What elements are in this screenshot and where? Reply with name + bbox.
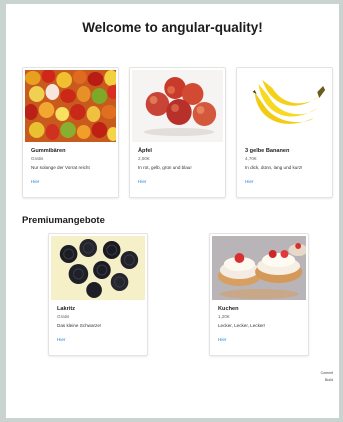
- product-name: Lakritz: [57, 306, 76, 312]
- product-name: Kuchen: [218, 306, 239, 312]
- product-card: 3 gelbe Bananen 4,70€ In dick, dünn, lan…: [236, 67, 333, 198]
- product-name: Äpfel: [138, 148, 152, 154]
- licorice-icon: [51, 236, 145, 300]
- product-link[interactable]: Hier: [57, 337, 65, 342]
- product-description: Das kleine Schwarze!: [57, 323, 102, 328]
- product-price: Gratis: [57, 314, 70, 319]
- product-price: 4,70€: [245, 156, 257, 161]
- product-description: In rot, gelb, grün und blau!: [138, 165, 192, 170]
- product-name: Gummibären: [31, 148, 66, 154]
- footer-commit: Commit: [320, 371, 333, 375]
- product-link[interactable]: Hier: [138, 179, 146, 184]
- page: Welcome to angular-quality! Gummibären G…: [6, 4, 339, 418]
- product-name: 3 gelbe Bananen: [245, 148, 290, 154]
- gummy-bears-icon: [25, 70, 116, 142]
- product-price: Gratis: [31, 156, 44, 161]
- apples-icon: [132, 70, 223, 142]
- product-link[interactable]: Hier: [31, 179, 39, 184]
- product-description: In dick, dünn, lang und kurz!: [245, 165, 303, 170]
- footer-build: Build: [325, 378, 333, 382]
- product-description: Lecker, Lecker, Lecker!: [218, 323, 266, 328]
- product-card: Äpfel 2,50€ In rot, gelb, grün und blau!…: [129, 67, 226, 198]
- premium-card: Lakritz Gratis Das kleine Schwarze! Hier: [48, 233, 148, 356]
- product-link[interactable]: Hier: [245, 179, 253, 184]
- product-price: 1,20€: [218, 314, 230, 319]
- product-description: Nur solange der Vorrat reicht: [31, 165, 90, 170]
- premium-section-title: Premiumangebote: [22, 215, 105, 226]
- cake-icon: [212, 236, 306, 300]
- product-price: 2,50€: [138, 156, 150, 161]
- premium-card: Kuchen 1,20€ Lecker, Lecker, Lecker! Hie…: [209, 233, 309, 356]
- product-link[interactable]: Hier: [218, 337, 226, 342]
- page-title: Welcome to angular-quality!: [82, 20, 263, 35]
- bananas-icon: [239, 70, 330, 142]
- product-card: Gummibären Gratis Nur solange der Vorrat…: [22, 67, 119, 198]
